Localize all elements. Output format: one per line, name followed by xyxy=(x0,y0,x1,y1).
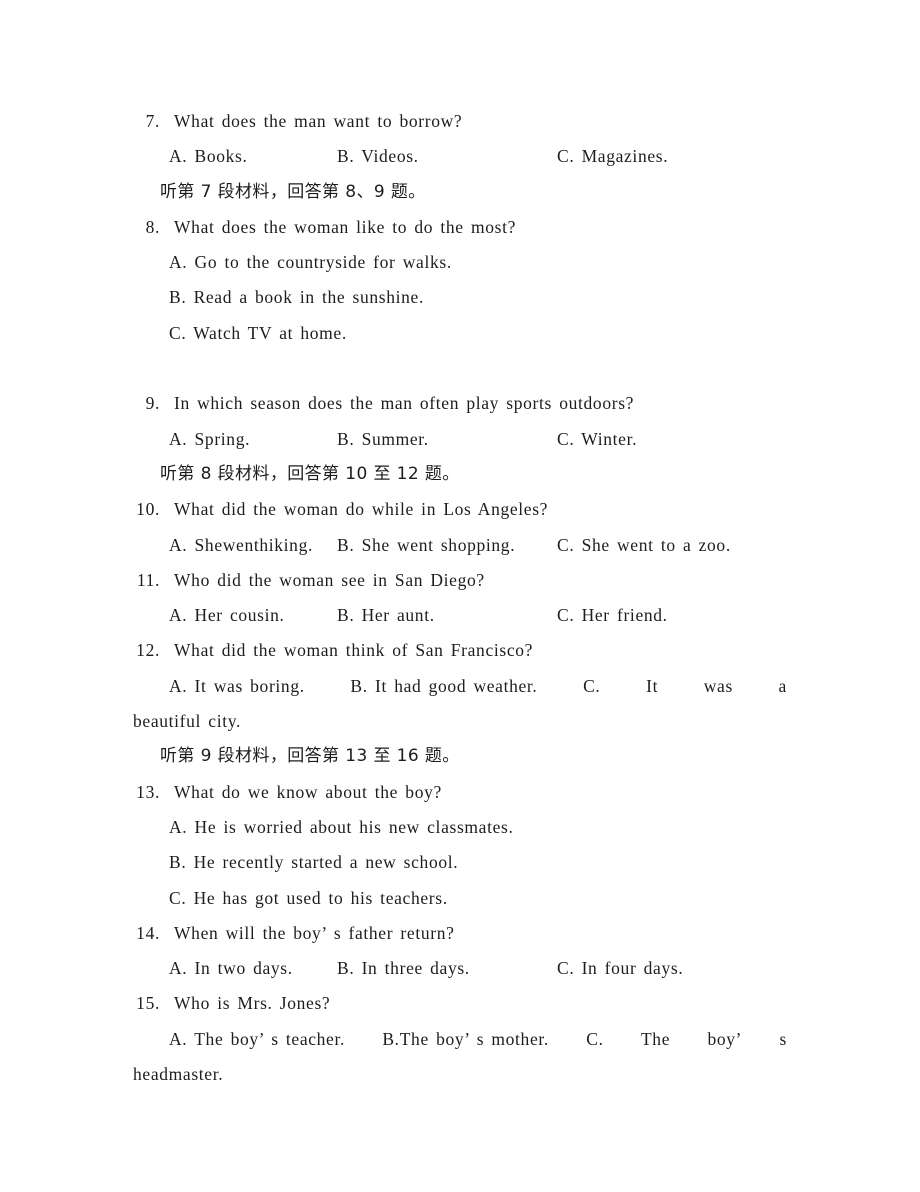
option-11-b[interactable]: B. Her aunt. xyxy=(337,598,557,633)
option-9-b[interactable]: B. Summer. xyxy=(337,422,557,457)
option-12-c-label[interactable]: C. xyxy=(583,669,600,704)
question-stem-14: 14. When will the boy’ s father return? xyxy=(133,916,787,951)
option-15-a[interactable]: A. The boy’ s teacher. xyxy=(169,1022,345,1057)
option-row-11: A. Her cousin. B. Her aunt. C. Her frien… xyxy=(133,598,787,633)
option-12-c-word3[interactable]: a xyxy=(779,669,787,704)
option-7-b[interactable]: B. Videos. xyxy=(337,139,557,174)
question-number-10: 10. xyxy=(136,499,160,520)
question-stem-10: 10. What did the woman do while in Los A… xyxy=(133,492,787,527)
option-13-c[interactable]: C. He has got used to his teachers. xyxy=(133,881,787,916)
option-12-b[interactable]: B. It had good weather. xyxy=(350,669,537,704)
question-text-9: In which season does the man often play … xyxy=(174,393,635,414)
option-12-a[interactable]: A. It was boring. xyxy=(169,669,305,704)
question-spacer xyxy=(160,386,174,421)
question-stem-13: 13. What do we know about the boy? xyxy=(133,775,787,810)
question-stem-8: 8. What does the woman like to do the mo… xyxy=(133,210,787,245)
question-text-14: When will the boy’ s father return? xyxy=(174,922,455,943)
question-number-9: 9. xyxy=(145,393,160,414)
question-spacer xyxy=(160,633,174,668)
question-spacer xyxy=(160,563,174,598)
option-row-12: A. It was boring. B. It had good weather… xyxy=(133,669,787,704)
option-row-15: A. The boy’ s teacher. B.The boy’ s moth… xyxy=(133,1022,787,1057)
option-12-c-continuation[interactable]: beautiful city. xyxy=(133,704,787,739)
question-spacer xyxy=(160,916,174,951)
option-8-a[interactable]: A. Go to the countryside for walks. xyxy=(133,245,787,280)
question-stem-7: 7. What does the man want to borrow? xyxy=(133,104,787,139)
question-text-11: Who did the woman see in San Diego? xyxy=(174,569,485,590)
exam-page: 7. What does the man want to borrow? A. … xyxy=(0,0,920,1192)
option-7-a[interactable]: A. Books. xyxy=(169,139,337,174)
option-7-c[interactable]: C. Magazines. xyxy=(557,139,668,174)
listening-instruction-7: 听第 7 段材料，回答第 8、9 题。 xyxy=(160,181,426,202)
option-10-b[interactable]: B. She went shopping. xyxy=(337,528,557,563)
question-number-8: 8. xyxy=(145,216,160,237)
option-14-a[interactable]: A. In two days. xyxy=(169,951,337,986)
listening-instruction-8: 听第 8 段材料，回答第 10 至 12 题。 xyxy=(160,463,460,484)
option-10-a[interactable]: A. Shewenthiking. xyxy=(169,528,337,563)
exam-content: 7. What does the man want to borrow? A. … xyxy=(133,104,787,1092)
option-row-10: A. Shewenthiking. B. She went shopping. … xyxy=(133,528,787,563)
option-8-b[interactable]: B. Read a book in the sunshine. xyxy=(133,280,787,315)
question-text-13: What do we know about the boy? xyxy=(174,781,442,802)
option-13-a[interactable]: A. He is worried about his new classmate… xyxy=(133,810,787,845)
question-number-13: 13. xyxy=(136,781,160,802)
question-text-12: What did the woman think of San Francisc… xyxy=(174,640,534,661)
option-12-c-word1[interactable]: It xyxy=(646,669,658,704)
option-row-14: A. In two days. B. In three days. C. In … xyxy=(133,951,787,986)
question-text-8: What does the woman like to do the most? xyxy=(174,216,517,237)
question-stem-11: 11. Who did the woman see in San Diego? xyxy=(133,563,787,598)
option-12-c-word2[interactable]: was xyxy=(704,669,733,704)
question-number-12: 12. xyxy=(136,640,160,661)
option-15-c-word1[interactable]: The xyxy=(641,1022,670,1057)
question-number-15: 15. xyxy=(136,993,160,1014)
question-stem-15: 15. Who is Mrs. Jones? xyxy=(133,986,787,1021)
option-14-c[interactable]: C. In four days. xyxy=(557,951,683,986)
question-text-15: Who is Mrs. Jones? xyxy=(174,993,331,1014)
option-11-c[interactable]: C. Her friend. xyxy=(557,598,668,633)
question-spacer xyxy=(160,104,174,139)
option-15-c-word3[interactable]: s xyxy=(780,1022,787,1057)
option-15-b[interactable]: B.The boy’ s mother. xyxy=(382,1022,549,1057)
question-spacer xyxy=(160,210,174,245)
option-14-b[interactable]: B. In three days. xyxy=(337,951,557,986)
question-spacer xyxy=(160,775,174,810)
option-13-b[interactable]: B. He recently started a new school. xyxy=(133,845,787,880)
option-9-a[interactable]: A. Spring. xyxy=(169,422,337,457)
option-15-c-word2[interactable]: boy’ xyxy=(707,1022,742,1057)
question-number-14: 14. xyxy=(136,922,160,943)
option-15-c-label[interactable]: C. xyxy=(586,1022,603,1057)
option-9-c[interactable]: C. Winter. xyxy=(557,422,637,457)
question-text-7: What does the man want to borrow? xyxy=(174,111,463,131)
option-row-9: A. Spring. B. Summer. C. Winter. xyxy=(133,422,787,457)
question-stem-9: 9. In which season does the man often pl… xyxy=(133,386,787,421)
question-number-7: 7. xyxy=(145,111,160,131)
option-8-c[interactable]: C. Watch TV at home. xyxy=(133,316,787,351)
question-text-10: What did the woman do while in Los Angel… xyxy=(174,499,549,520)
option-row-7: A. Books. B. Videos. C. Magazines. xyxy=(133,139,787,174)
option-11-a[interactable]: A. Her cousin. xyxy=(169,598,337,633)
option-15-c-continuation[interactable]: headmaster. xyxy=(133,1057,787,1092)
option-10-c[interactable]: C. She went to a zoo. xyxy=(557,528,731,563)
question-spacer xyxy=(160,986,174,1021)
question-number-11: 11. xyxy=(136,569,160,590)
question-spacer xyxy=(160,492,174,527)
listening-instruction-9: 听第 9 段材料，回答第 13 至 16 题。 xyxy=(160,746,460,767)
question-stem-12: 12. What did the woman think of San Fran… xyxy=(133,633,787,668)
